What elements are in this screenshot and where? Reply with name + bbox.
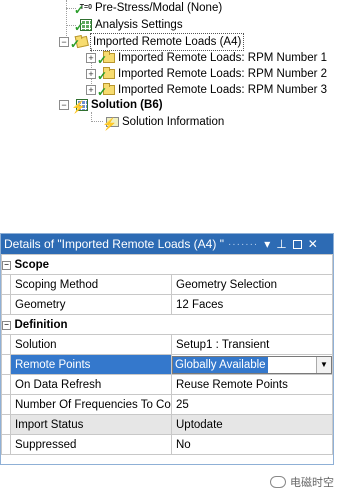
pre-stress-icon: T=0 ✓ xyxy=(74,3,92,17)
chevron-down-icon[interactable]: ▼ xyxy=(316,356,331,373)
tree-item-rpm-1[interactable]: + ✓ Imported Remote Loads: RPM Number 1 xyxy=(86,50,327,66)
watermark: 电磁时空 xyxy=(270,474,334,490)
collapse-icon[interactable]: − xyxy=(59,37,69,47)
section-header-definition[interactable]: − Definition xyxy=(1,314,333,335)
tree-item-label: Imported Remote Loads: RPM Number 3 xyxy=(118,84,328,96)
menu-chevron-icon[interactable]: ▾ xyxy=(264,237,270,251)
maximize-icon[interactable] xyxy=(292,239,302,249)
property-row[interactable]: Suppressed No xyxy=(1,434,333,455)
expand-icon[interactable]: + xyxy=(86,85,96,95)
property-row[interactable]: Geometry 12 Faces xyxy=(1,294,333,315)
solution-information-icon: ⚡ xyxy=(102,115,119,130)
property-value: Uptodate xyxy=(171,414,333,435)
titlebar-grip: ······· xyxy=(227,238,259,250)
property-row-readonly: Import Status Uptodate xyxy=(1,414,333,435)
property-value[interactable]: Reuse Remote Points xyxy=(171,374,333,395)
details-grid: − Scope Scoping Method Geometry Selectio… xyxy=(1,254,333,455)
property-label: Scoping Method xyxy=(10,274,172,295)
property-row[interactable]: Solution Setup1 : Transient xyxy=(1,334,333,355)
property-label: Suppressed xyxy=(10,434,172,455)
row-gutter xyxy=(1,374,11,395)
pin-icon[interactable]: ⊥ xyxy=(276,237,286,251)
tree-item-label: Imported Remote Loads (A4) xyxy=(90,33,245,51)
collapse-section-icon[interactable]: − xyxy=(1,254,11,275)
close-icon[interactable]: ✕ xyxy=(308,237,318,251)
property-value[interactable]: Geometry Selection xyxy=(171,274,333,295)
folder-icon: ✓ xyxy=(97,83,115,98)
analysis-settings-icon: ✓ xyxy=(74,18,92,33)
tree-item-label: Solution Information xyxy=(122,116,225,128)
tree-item-label: Pre-Stress/Modal (None) xyxy=(95,2,223,14)
row-gutter xyxy=(1,274,11,295)
tree-item-pre-stress[interactable]: T=0 ✓ Pre-Stress/Modal (None) xyxy=(74,0,223,17)
dropdown-value: Globally Available xyxy=(173,356,268,373)
property-row[interactable]: Scoping Method Geometry Selection xyxy=(1,274,333,295)
row-gutter xyxy=(1,414,11,435)
property-row[interactable]: On Data Refresh Reuse Remote Points xyxy=(1,374,333,395)
section-title: Definition xyxy=(10,314,333,335)
watermark-text: 电磁时空 xyxy=(290,477,334,489)
details-panel: Details of "Imported Remote Loads (A4) "… xyxy=(0,233,334,465)
property-value[interactable]: 25 xyxy=(171,394,333,415)
section-header-scope[interactable]: − Scope xyxy=(1,254,333,275)
folder-icon: ✓ xyxy=(97,67,115,82)
property-label: Geometry xyxy=(10,294,172,315)
tree-item-rpm-3[interactable]: + ✓ Imported Remote Loads: RPM Number 3 xyxy=(86,82,327,98)
folder-icon: ✓ xyxy=(70,35,89,50)
details-title: Details of "Imported Remote Loads (A4) " xyxy=(4,237,224,251)
row-gutter xyxy=(1,394,11,415)
row-gutter xyxy=(1,434,11,455)
property-value[interactable]: Setup1 : Transient xyxy=(171,334,333,355)
property-label: On Data Refresh xyxy=(10,374,172,395)
property-label: Import Status xyxy=(10,414,172,435)
solution-icon: ⚡ xyxy=(71,98,88,113)
project-tree: T=0 ✓ Pre-Stress/Modal (None) ✓ Analysis … xyxy=(0,0,340,225)
property-row-selected[interactable]: Remote Points Globally Available ▼ xyxy=(1,354,333,375)
tree-item-imported-remote-loads[interactable]: − ✓ Imported Remote Loads (A4) xyxy=(59,33,245,51)
folder-icon: ✓ xyxy=(97,51,115,66)
tree-item-label: Imported Remote Loads: RPM Number 1 xyxy=(118,52,328,64)
section-title: Scope xyxy=(10,254,333,275)
collapse-icon[interactable]: − xyxy=(59,100,69,110)
tree-item-label: Solution (B6) xyxy=(91,99,163,111)
row-gutter xyxy=(1,354,11,375)
property-value[interactable]: No xyxy=(171,434,333,455)
row-gutter xyxy=(1,294,11,315)
tree-item-label: Imported Remote Loads: RPM Number 2 xyxy=(118,68,328,80)
wechat-icon xyxy=(270,476,286,488)
property-label: Remote Points xyxy=(10,354,172,375)
tree-item-solution-information[interactable]: ⚡ Solution Information xyxy=(102,114,225,130)
property-label: Solution xyxy=(10,334,172,355)
tree-item-label: Analysis Settings xyxy=(95,19,183,31)
row-gutter xyxy=(1,334,11,355)
property-value[interactable]: 12 Faces xyxy=(171,294,333,315)
expand-icon[interactable]: + xyxy=(86,53,96,63)
property-label: Number Of Frequencies To Consider xyxy=(10,394,172,415)
property-row[interactable]: Number Of Frequencies To Consider 25 xyxy=(1,394,333,415)
tree-item-rpm-2[interactable]: + ✓ Imported Remote Loads: RPM Number 2 xyxy=(86,66,327,82)
collapse-section-icon[interactable]: − xyxy=(1,314,11,335)
expand-icon[interactable]: + xyxy=(86,69,96,79)
tree-item-analysis-settings[interactable]: ✓ Analysis Settings xyxy=(74,17,183,33)
tree-item-solution[interactable]: − ⚡ Solution (B6) xyxy=(59,97,163,113)
remote-points-dropdown[interactable]: Globally Available ▼ xyxy=(171,354,333,375)
details-titlebar[interactable]: Details of "Imported Remote Loads (A4) "… xyxy=(1,234,333,254)
